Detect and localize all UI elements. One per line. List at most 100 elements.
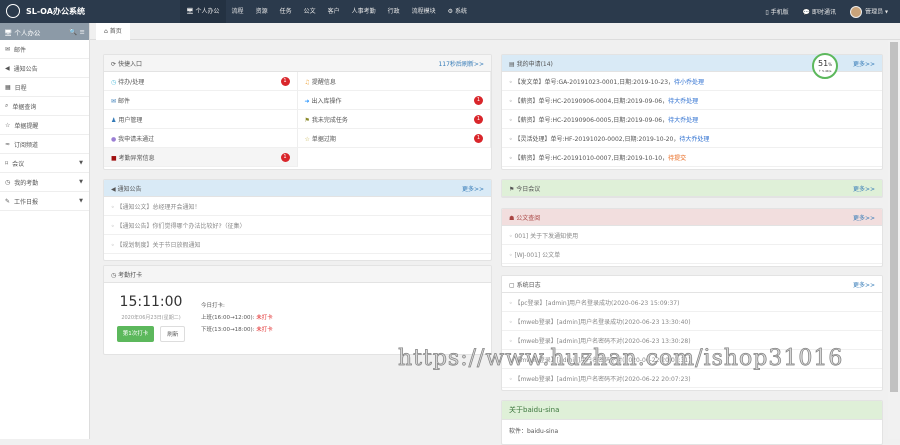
nav-document[interactable]: 公文 [298, 0, 322, 23]
system-log-panel: ▢ 系统日志 更多>> ◦ 【pc登录】[admin]用户名登录成功(2020-0… [501, 275, 883, 391]
application-status: 待小乔处理 [674, 78, 705, 86]
nav-resource[interactable]: 资源 [250, 0, 274, 23]
nav-customer[interactable]: 客户 [322, 0, 346, 23]
flag-icon: ⚑ [304, 116, 310, 124]
app-title: SL-OA办公系统 [26, 6, 85, 16]
sidebar-item-attendance[interactable]: ◷ 我的考勤 ▼ [0, 173, 89, 192]
sidebar-item-remind[interactable]: ☆ 单据提醒 [0, 116, 89, 135]
panel-title: 我的申请(14) [516, 60, 553, 68]
document-item[interactable]: ◦ 001] 关于下发通知使用 [502, 226, 882, 245]
star-icon: ☆ [5, 121, 11, 129]
log-item[interactable]: ◦ 【mweb登录】[admin]用户名登录成功(2020-06-23 13:3… [502, 312, 882, 331]
quick-entry-label: 我申请未通过 [118, 135, 155, 143]
nav-task[interactable]: 任务 [274, 0, 298, 23]
home-icon: ⌂ [104, 28, 108, 35]
log-item[interactable]: ◦ 【pc登录】[admin]用户名登录成功(2020-06-23 15:09:… [502, 293, 882, 312]
quick-entry-item[interactable]: ✉ 邮件 [104, 91, 298, 110]
application-status: 待提交 [668, 154, 687, 162]
about-panel: 关于baidu-sina 软件：baidu-sina [501, 400, 883, 445]
main-nav: 🖥 个人办公 流程 资源 任务 公文 客户 人事考勤 行政 流程模块 ⚙ 系统 [180, 0, 473, 23]
tab-home[interactable]: ⌂ 首页 [96, 23, 130, 40]
notice-item-text: 【规划制度】关于节日放假通知 [116, 241, 201, 249]
mobile-link[interactable]: ▯ 手机版 [765, 7, 788, 16]
application-status: 待大乔处理 [668, 97, 699, 105]
application-text: 【灵活处理】单号:HF-20191020-0002,日期:2019-10-20， [514, 135, 680, 143]
notice-item[interactable]: ◦ 【规划制度】关于节日放假通知 [104, 235, 491, 254]
more-link[interactable]: 更多>> [853, 184, 875, 193]
tab-label: 首页 [109, 28, 122, 35]
scrollbar-thumb[interactable] [890, 42, 898, 392]
more-link[interactable]: 更多>> [853, 213, 875, 222]
sidebar-item-calendar[interactable]: ▦ 日程 [0, 78, 89, 97]
document-item-text: 001] 关于下发通知使用 [514, 232, 579, 240]
panel-header: ☗ 公文查阅 更多>> [502, 209, 882, 226]
quick-entry-item[interactable]: ➜ 出入库操作 1 [297, 91, 491, 110]
nav-system[interactable]: ⚙ 系统 [442, 0, 473, 23]
nav-personal[interactable]: 🖥 个人办公 [180, 0, 226, 23]
count-badge: 1 [474, 114, 483, 124]
user-icon: ♟ [111, 116, 117, 124]
arrow-circle-icon: ➜ [304, 97, 310, 105]
sidebar-header: 🖥 个人办公 🔍 ≡ [0, 23, 89, 40]
quick-entry-item[interactable]: ♫ 提醒信息 [297, 72, 491, 91]
sidebar-title: 个人办公 [14, 28, 41, 37]
im-link[interactable]: 💬 即时通讯 [803, 7, 836, 16]
application-item[interactable]: ◦ 【灵活处理】单号:HF-20191020-0002,日期:2019-10-2… [502, 129, 882, 148]
application-text: 【薪资】单号:HC-20190906-0005,日期:2019-09-06， [514, 116, 669, 124]
punch-button[interactable]: 第1次打卡 [116, 326, 155, 342]
application-item[interactable]: ◦ 【薪资】单号:HC-20190906-0004,日期:2019-09-06，… [502, 91, 882, 110]
quick-entry-item[interactable]: ● 我申请未通过 [104, 129, 298, 148]
sidebar-item-rss[interactable]: ≈ 订阅频道 [0, 135, 89, 154]
chat-logo-icon [6, 4, 20, 18]
nav-hr[interactable]: 人事考勤 [346, 0, 382, 23]
sidebar-item-label: 邮件 [14, 46, 27, 54]
am-status: 未打卡 [256, 315, 273, 321]
more-link[interactable]: 更多>> [462, 184, 484, 193]
sidebar-item-mail[interactable]: ✉ 邮件 [0, 40, 89, 59]
quick-entry-label: 提醒信息 [311, 78, 336, 86]
panel-header: ⚑ 今日会议 更多>> [502, 180, 882, 197]
application-item[interactable]: ◦ 【薪资】单号:HC-20191010-0007,日期:2019-10-10，… [502, 148, 882, 167]
nav-flow-module[interactable]: 流程模块 [406, 0, 442, 23]
document-item[interactable]: ◦ [WJ-001] 公文单 [502, 245, 882, 264]
quick-entry-item[interactable]: ♟ 用户管理 [104, 110, 298, 129]
panel-title: 关于baidu-sina [509, 406, 560, 414]
quick-entry-item[interactable]: ⚑ 我未完成任务 1 [297, 110, 491, 129]
sidebar-item-notice[interactable]: ◀ 通知公告 [0, 59, 89, 78]
log-item[interactable]: ◦ 【mweb登录】[admin]用户名密码不对(2020-06-23 13:3… [502, 331, 882, 350]
tab-bar: ⌂ 首页 [90, 23, 900, 40]
quick-entry-item[interactable]: ☆ 单据过期 1 [297, 129, 491, 148]
nav-label: 系统 [454, 8, 467, 15]
application-item[interactable]: ◦ 【薪资】单号:HC-20190906-0005,日期:2019-09-06，… [502, 110, 882, 129]
notice-item[interactable]: ◦ 【通知公告】你们觉得哪个办法比较好?（征集） [104, 216, 491, 235]
more-link[interactable]: 更多>> [853, 59, 875, 68]
notice-item[interactable]: ◦ 【通知公文】总经理开会通知！ [104, 197, 491, 216]
menu-icon[interactable]: ≡ [80, 28, 85, 36]
refresh-button[interactable]: 刷新 [160, 326, 186, 342]
panel-title: 考勤打卡 [118, 271, 143, 279]
quick-entry-item[interactable]: ■ 考勤异常信息 1 [104, 148, 298, 167]
count-badge: 1 [474, 95, 483, 105]
search-icon[interactable]: 🔍 [69, 28, 77, 36]
sidebar-item-daily[interactable]: ✎ 工作日报 ▼ [0, 192, 89, 211]
log-item-text: 【mweb登录】[admin]用户名密码不对(2020-06-22 20:07:… [514, 375, 691, 383]
sidebar-item-meeting[interactable]: ⌑ 会议 ▼ [0, 154, 89, 173]
log-item[interactable]: ◦ 【mweb登录】[admin]用户名密码不对(2020-06-22 20:0… [502, 369, 882, 388]
volume-icon: ◀ [5, 64, 10, 72]
quick-entry-panel: ⟳ 快捷入口 117秒后刷新>> ◷ 待办/处理 1 ♫ 提醒信息 ✉ 邮件 ➜ 出入库操… [103, 54, 492, 170]
sidebar-item-query[interactable]: ⌕ 单据查询 [0, 97, 89, 116]
panel-header: ◷ 考勤打卡 [104, 266, 491, 283]
app-logo[interactable]: SL-OA办公系统 [6, 4, 85, 18]
nav-admin[interactable]: 行政 [382, 0, 406, 23]
log-item[interactable]: ◦ 【mweb登录】[admin]用户名密码不对(2020-06-22 20:0… [502, 350, 882, 369]
user-menu[interactable]: 管理员 ▾ [850, 5, 888, 18]
page-scrollbar[interactable] [888, 40, 900, 439]
refresh-countdown-link[interactable]: 117秒后刷新>> [438, 59, 484, 68]
nav-flow[interactable]: 流程 [226, 0, 250, 23]
log-item-text: 【mweb登录】[admin]用户名密码不对(2020-06-23 13:30:… [514, 337, 691, 345]
log-item-text: 【mweb登录】[admin]用户名登录成功(2020-06-23 13:30:… [514, 318, 691, 326]
quick-entry-item[interactable]: ◷ 待办/处理 1 [104, 72, 298, 91]
quick-entry-label: 用户管理 [118, 116, 143, 124]
more-link[interactable]: 更多>> [853, 280, 875, 289]
briefcase-icon: ■ [111, 154, 117, 162]
